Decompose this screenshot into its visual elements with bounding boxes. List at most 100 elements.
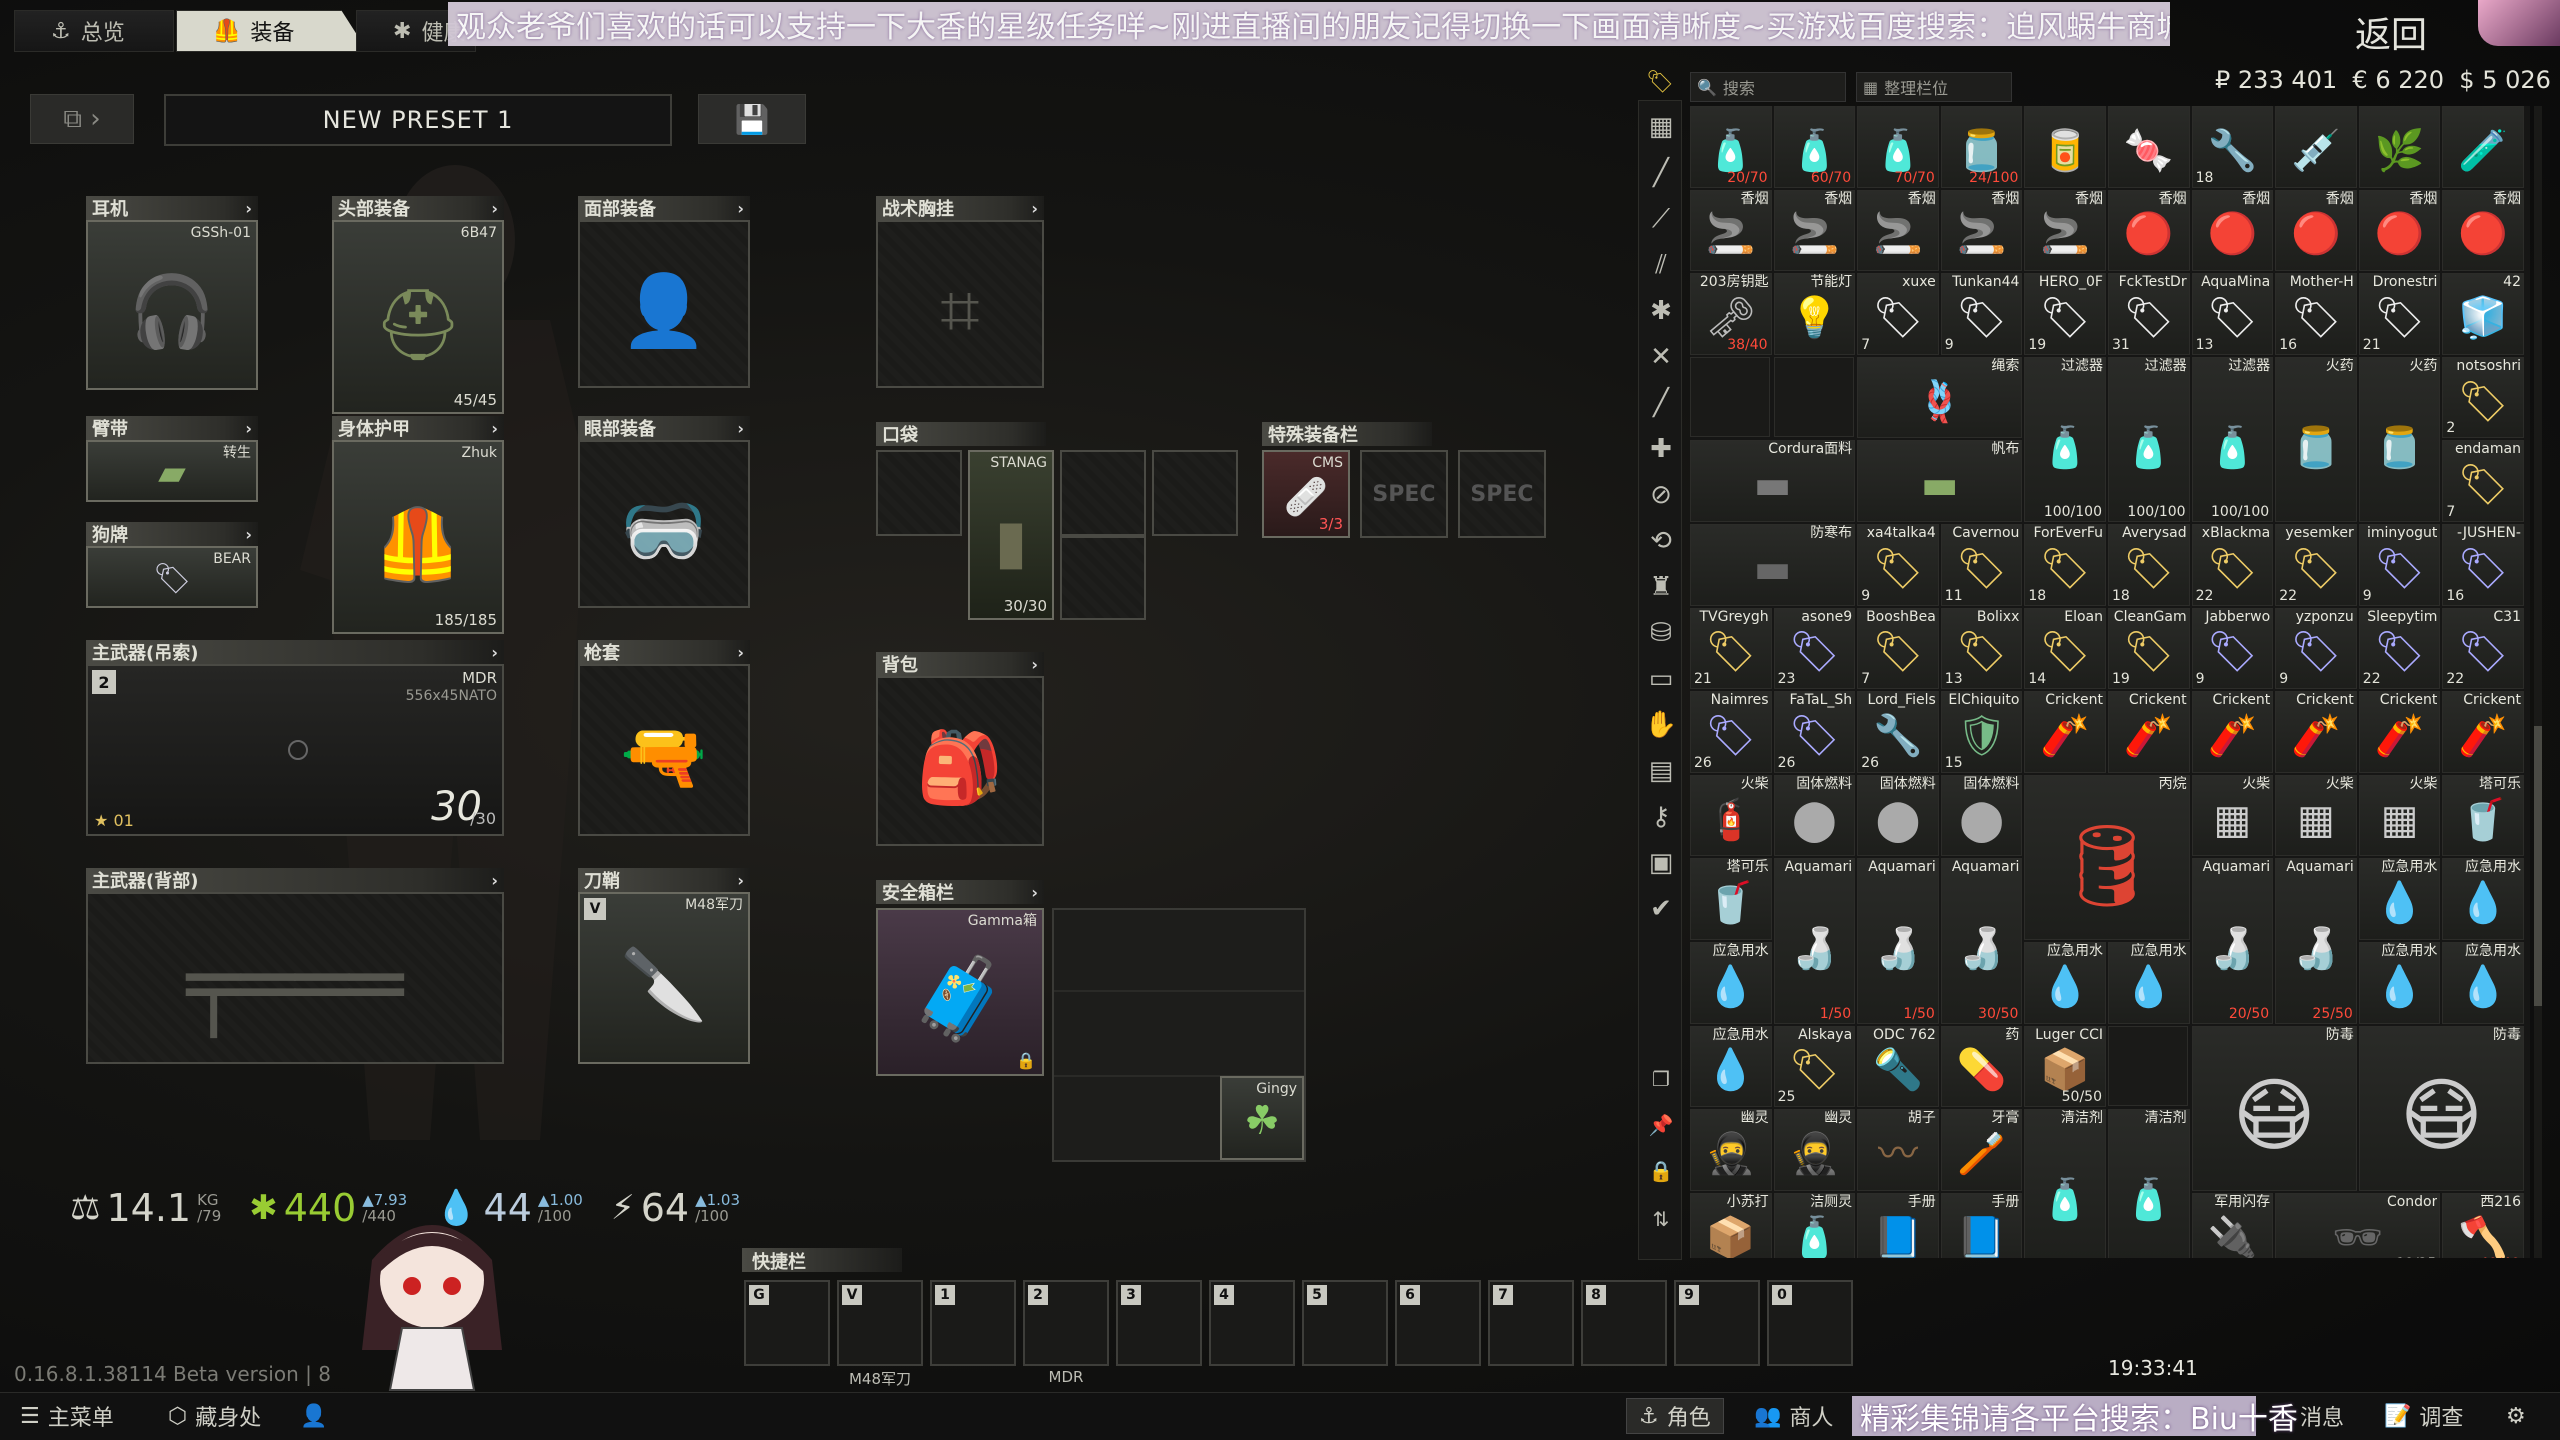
ammo-icon[interactable]: ⫽: [1643, 247, 1679, 283]
stash-sort-button[interactable]: ▦ 整理栏位: [1856, 72, 2012, 102]
stash-item[interactable]: 🏷 HERO_0F 19: [2024, 273, 2106, 355]
slot-tactical-rig[interactable]: 战术胸挂 › ⌗: [876, 196, 1044, 388]
stash-item[interactable]: 🔴 香烟: [2442, 189, 2524, 272]
slot-scabbard-box[interactable]: V M48军刀 🔪: [578, 892, 750, 1064]
stash-item[interactable]: 🫙 24/100: [1940, 106, 2023, 188]
window-icon[interactable]: ❐: [1643, 1061, 1679, 1097]
stash-item[interactable]: 🍶 Aquamari 20/50: [2191, 858, 2274, 1024]
stash-scroll-thumb[interactable]: [2534, 726, 2542, 1006]
rig-icon[interactable]: ⛁: [1643, 615, 1679, 651]
stash-item[interactable]: 🧴 清洁剂: [2024, 1109, 2106, 1258]
slot-backpack-box[interactable]: 🎒: [876, 676, 1044, 846]
pocket-1[interactable]: [876, 450, 962, 536]
stash-item[interactable]: 🏷 xBlackma 22: [2191, 524, 2274, 606]
stash-item[interactable]: 〰 胡子: [1857, 1109, 1939, 1191]
quickbar-slot[interactable]: 5: [1302, 1280, 1388, 1366]
slot-scabbard[interactable]: 刀鞘 › V M48军刀 🔪: [578, 868, 750, 1064]
slot-face-cover[interactable]: 面部装备 › 👤: [578, 196, 750, 388]
stash-item[interactable]: ▦ 火柴: [2275, 774, 2357, 857]
stash-item[interactable]: 🚬 香烟: [1773, 189, 1856, 272]
stash-item[interactable]: 🔴 香烟: [2191, 189, 2274, 272]
quickbar-slot[interactable]: 7: [1488, 1280, 1574, 1366]
grenade-icon[interactable]: ✱: [1643, 293, 1679, 329]
stash-item[interactable]: 💉: [2275, 106, 2357, 188]
stash-item[interactable]: 🥤 塔可乐: [2442, 774, 2524, 857]
special-slot-3[interactable]: SPEC: [1458, 450, 1546, 538]
stash-item[interactable]: 🧴 过滤器 100/100: [2191, 356, 2274, 522]
stash-item[interactable]: 🏷 FaTaL_Sh 26: [1773, 691, 1856, 773]
stash-item[interactable]: 🔧 18: [2191, 106, 2274, 188]
stash-item[interactable]: 🍶 Aquamari 25/50: [2275, 858, 2357, 1024]
stash-item[interactable]: 🏷 iminyogut 9: [2358, 524, 2441, 606]
stash-item[interactable]: 🍶 Aquamari 30/50: [1940, 858, 2023, 1024]
stash-item[interactable]: ▦ 火柴: [2358, 774, 2441, 857]
doc-icon[interactable]: ▣: [1643, 845, 1679, 881]
survey-button[interactable]: 📝 调查: [2384, 1398, 2463, 1434]
slot-primary-back-box[interactable]: ╤═══: [86, 892, 504, 1064]
pocket-2[interactable]: STANAG ▮ 30/30: [968, 450, 1054, 620]
stash-item[interactable]: 🧨 Crickent: [2442, 691, 2524, 773]
stash-item[interactable]: 🧪: [2442, 106, 2524, 188]
stash-item[interactable]: 🚬 香烟: [1857, 189, 1939, 272]
settings-button[interactable]: ⚙: [2506, 1398, 2526, 1434]
stash-item[interactable]: 🔴 香烟: [2108, 189, 2190, 272]
stash-item[interactable]: ▬ 防寒布: [1690, 524, 1856, 606]
stash-item[interactable]: 🏷 AquaMina 13: [2191, 273, 2274, 355]
slot-holster-box[interactable]: 🔫: [578, 664, 750, 836]
slot-eyewear[interactable]: 眼部装备 › 🥽: [578, 416, 750, 608]
pin-icon[interactable]: 📌: [1643, 1107, 1679, 1143]
stash-item[interactable]: ▬ 帆布: [1857, 440, 2023, 522]
slot-holster[interactable]: 枪套 › 🔫: [578, 640, 750, 836]
grid-icon[interactable]: ▦: [1643, 109, 1679, 145]
stash-item[interactable]: 🧴 20/70: [1690, 106, 1772, 188]
stash-item[interactable]: 🏷 Dronestri 21: [2358, 273, 2441, 355]
quickbar-slot[interactable]: G: [744, 1280, 830, 1366]
character-button[interactable]: ⚓ 角色: [1626, 1398, 1724, 1434]
secure-container-grid[interactable]: Gingy ☘: [1052, 908, 1306, 1162]
tools-icon[interactable]: ✕: [1643, 339, 1679, 375]
stash-item[interactable]: 🥷 幽灵: [1690, 1109, 1772, 1191]
stash-item[interactable]: 💧 应急用水: [2358, 942, 2441, 1024]
stash-item[interactable]: 🔦 ODC 762: [1857, 1025, 1939, 1108]
stash-item[interactable]: 🏷 endaman 7: [2442, 440, 2524, 522]
stash-item[interactable]: 🧴 过滤器 100/100: [2024, 356, 2106, 522]
stash-item[interactable]: 🧨 Crickent: [2275, 691, 2357, 773]
stash-item[interactable]: 🥤 塔可乐: [1690, 858, 1772, 940]
knife-icon[interactable]: ⟋: [1643, 201, 1679, 237]
stash-item[interactable]: 🏷 BooshBea 7: [1857, 607, 1939, 690]
lock-icon[interactable]: 🔒: [1643, 1153, 1679, 1189]
stash-item[interactable]: 🔴 香烟: [2275, 189, 2357, 272]
stash-item[interactable]: 🧴 过滤器 100/100: [2108, 356, 2190, 522]
stash-item[interactable]: 🪓 西216 40/40: [2442, 1192, 2524, 1258]
stash-item[interactable]: 💧 应急用水: [1690, 1025, 1772, 1108]
stash-grid[interactable]: 🧴 20/70 🧴 60/70 🧴 70/70 🫙 24/100 🥫 🍬 🔧 18 💉 🌿 🧪 🚬 香烟 🚬 香烟 🚬…: [1690, 106, 2530, 1258]
stash-item[interactable]: 🫙 火药: [2358, 356, 2441, 522]
helmet-icon[interactable]: ♜: [1643, 569, 1679, 605]
stash-item[interactable]: 🚬 香烟: [1690, 189, 1772, 272]
stash-empty-cell[interactable]: [2108, 1025, 2188, 1106]
check-icon[interactable]: ✔: [1643, 891, 1679, 927]
stash-item[interactable]: ⬤ 固体燃料: [1940, 774, 2023, 857]
stash-item[interactable]: 🗝 203房钥匙 38/40: [1690, 273, 1772, 355]
rifle-icon[interactable]: ╱: [1643, 155, 1679, 191]
slot-body-armor[interactable]: 身体护甲 › Zhuk 🦺 185/185: [332, 416, 504, 634]
stash-item[interactable]: 🏷 FckTestDr 31: [2108, 273, 2190, 355]
stash-item[interactable]: 🥷 幽灵: [1773, 1109, 1856, 1191]
stash-item[interactable]: 🏷 TVGreygh 21: [1690, 607, 1772, 690]
case-icon[interactable]: ▭: [1643, 661, 1679, 697]
stash-item[interactable]: ▦ 火柴: [2191, 774, 2274, 857]
stash-item[interactable]: 🚬 香烟: [1940, 189, 2023, 272]
stash-item[interactable]: 🏷 Tunkan44 9: [1940, 273, 2023, 355]
book-icon[interactable]: ▤: [1643, 753, 1679, 789]
stash-item[interactable]: 🕶Condor 19/25: [2275, 1192, 2441, 1258]
stash-item[interactable]: 📦 Luger CCI 50/50: [2024, 1025, 2106, 1108]
slot-eyewear-box[interactable]: 🥽: [578, 440, 750, 608]
stash-item[interactable]: 💧 应急用水: [2442, 858, 2524, 940]
stash-item[interactable]: 🔴 香烟: [2358, 189, 2441, 272]
character-mini-button[interactable]: 👤: [300, 1398, 327, 1434]
glove-icon[interactable]: ✋: [1643, 707, 1679, 743]
quickbar-slot[interactable]: 8: [1581, 1280, 1667, 1366]
stash-item[interactable]: 🫙 火药: [2275, 356, 2357, 522]
key-icon[interactable]: ⚷: [1643, 799, 1679, 835]
stash-item[interactable]: ⬤ 固体燃料: [1857, 774, 1939, 857]
